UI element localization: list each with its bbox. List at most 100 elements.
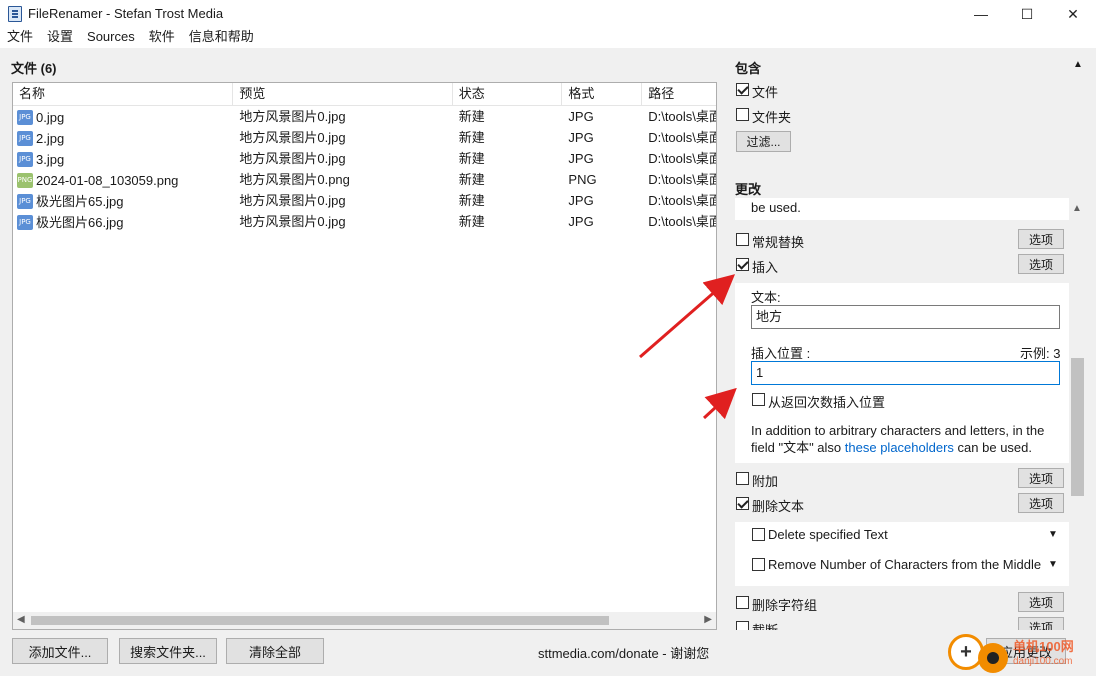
donate-link[interactable]: sttmedia.com/donate - 谢谢您 xyxy=(538,643,709,662)
table-row[interactable]: PNG 2024-01-08_103059.png 地方风景图片0.png 新建 PNG… xyxy=(13,170,716,191)
insert-text-input[interactable]: 地方 xyxy=(751,305,1060,329)
append-label: 附加 xyxy=(752,474,779,489)
truncate-options-button[interactable]: 选项 xyxy=(1018,617,1064,630)
column-header-path[interactable]: 路径 xyxy=(642,83,716,106)
maximize-button[interactable]: ☐ xyxy=(1004,0,1050,28)
folders-checkbox[interactable] xyxy=(736,108,749,121)
append-checkbox[interactable] xyxy=(736,472,749,485)
annotation-arrows xyxy=(639,274,737,420)
placeholders-link[interactable]: these placeholders xyxy=(845,440,954,455)
list-header: 名称 预览 状态 格式 路径 xyxy=(13,83,716,106)
clear-all-button[interactable]: 清除全部 xyxy=(226,638,324,664)
delete-text-options-button[interactable]: 选项 xyxy=(1018,493,1064,513)
files-heading: 文件 (6) xyxy=(11,61,57,76)
file-path-cell: D:\tools\桌面 xyxy=(648,214,716,229)
insert-options-button[interactable]: 选项 xyxy=(1018,254,1064,274)
jpg-file-icon: JPG xyxy=(17,131,33,146)
table-row[interactable]: JPG 3.jpg 地方风景图片0.jpg 新建 JPG D:\tools\桌面 xyxy=(13,149,716,170)
app-icon xyxy=(8,6,22,22)
file-path-cell: D:\tools\桌面 xyxy=(648,151,716,166)
truncate-row: 截断 选项 xyxy=(735,616,1069,630)
folders-checkbox-label: 文件夹 xyxy=(752,110,792,125)
add-files-button[interactable]: 添加文件... xyxy=(12,638,108,664)
file-name-cell: JPG 2.jpg xyxy=(13,128,233,149)
insert-position-label: 插入位置 : xyxy=(751,346,811,361)
file-format-cell: JPG xyxy=(568,214,594,229)
file-preview-cell: 地方风景图片0.jpg xyxy=(239,214,346,229)
file-name-cell: JPG 极光图片66.jpg xyxy=(13,212,233,233)
file-name: 0.jpg xyxy=(36,109,65,125)
remove-middle-label: Remove Number of Characters from the Mid… xyxy=(768,557,1042,572)
regular-replace-checkbox[interactable] xyxy=(736,233,749,246)
file-status-cell: 新建 xyxy=(458,130,485,145)
remove-middle-checkbox[interactable] xyxy=(752,558,765,571)
changes-heading: 更改 xyxy=(735,182,762,197)
scroll-left-icon[interactable]: ◀ xyxy=(17,614,25,625)
reverse-position-checkbox[interactable] xyxy=(752,393,765,406)
jpg-file-icon: JPG xyxy=(17,152,33,167)
collapse-icon[interactable]: ▲ xyxy=(1073,59,1083,70)
scroll-up-icon[interactable]: ▲ xyxy=(1072,203,1082,214)
file-format-cell: JPG xyxy=(568,193,594,208)
delete-specified-expand-icon[interactable]: ▼ xyxy=(1048,529,1058,540)
watermark-text: 单机100网 xyxy=(1013,639,1074,654)
annotation-arrow-2 xyxy=(702,387,737,420)
file-status-cell: 新建 xyxy=(458,214,485,229)
menu-software[interactable]: 软件 xyxy=(142,28,182,48)
remove-middle-expand-icon[interactable]: ▼ xyxy=(1048,559,1058,570)
table-row[interactable]: JPG 极光图片65.jpg 地方风景图片0.jpg 新建 JPG D:\tools\桌面 xyxy=(13,191,716,212)
delete-char-group-label: 删除字符组 xyxy=(752,598,818,613)
truncate-checkbox[interactable] xyxy=(736,621,749,630)
file-status-cell: 新建 xyxy=(458,193,485,208)
delete-specified-label: Delete specified Text xyxy=(768,527,888,542)
insert-position-input[interactable]: 1 xyxy=(751,361,1060,385)
table-row[interactable]: JPG 0.jpg 地方风景图片0.jpg 新建 JPG D:\tools\桌面 xyxy=(13,107,716,128)
column-header-format[interactable]: 格式 xyxy=(562,83,643,106)
horizontal-scroll-thumb[interactable] xyxy=(31,616,609,625)
column-header-preview[interactable]: 预览 xyxy=(233,83,453,106)
file-format-cell: JPG xyxy=(568,109,594,124)
menu-help[interactable]: 信息和帮助 xyxy=(182,28,261,48)
watermark-dot-icon xyxy=(978,643,1008,673)
minimize-button[interactable]: — xyxy=(958,0,1004,28)
file-preview-cell: 地方风景图片0.jpg xyxy=(239,130,346,145)
file-path-cell: D:\tools\桌面 xyxy=(648,172,716,187)
include-heading: 包含 xyxy=(735,61,762,76)
scroll-right-icon[interactable]: ▶ xyxy=(704,614,712,625)
file-status-cell: 新建 xyxy=(458,172,485,187)
close-button[interactable]: ✕ xyxy=(1050,0,1096,28)
menu-settings[interactable]: 设置 xyxy=(40,28,80,48)
file-format-cell: JPG xyxy=(568,151,594,166)
regular-replace-label: 常规替换 xyxy=(752,235,805,250)
info-text-line-3: can be used. xyxy=(957,440,1032,455)
prev-info-text: be used. xyxy=(751,200,801,215)
column-header-name[interactable]: 名称 xyxy=(13,83,234,106)
regular-replace-options-button[interactable]: 选项 xyxy=(1018,229,1064,249)
menu-sources[interactable]: Sources xyxy=(80,28,142,48)
search-folder-button[interactable]: 搜索文件夹... xyxy=(119,638,217,664)
file-preview-cell: 地方风景图片0.png xyxy=(239,172,350,187)
delete-text-checkbox[interactable] xyxy=(736,497,749,510)
file-path-cell: D:\tools\桌面 xyxy=(648,193,716,208)
append-options-button[interactable]: 选项 xyxy=(1018,468,1064,488)
table-row[interactable]: JPG 2.jpg 地方风景图片0.jpg 新建 JPG D:\tools\桌面 xyxy=(13,128,716,149)
file-status-cell: 新建 xyxy=(458,109,485,124)
files-checkbox[interactable] xyxy=(736,83,749,96)
delete-char-group-options-button[interactable]: 选项 xyxy=(1018,592,1064,612)
menu-file[interactable]: 文件 xyxy=(0,28,40,48)
column-header-status[interactable]: 状态 xyxy=(453,83,563,106)
table-row[interactable]: JPG 极光图片66.jpg 地方风景图片0.jpg 新建 JPG D:\tools\桌面 xyxy=(13,212,716,233)
file-list[interactable]: 名称 预览 状态 格式 路径 JPG 0.jpg 地方风景图片0.jpg 新建 JPG D… xyxy=(12,82,717,630)
horizontal-scrollbar[interactable]: ◀ ▶ xyxy=(13,612,716,629)
file-name: 2.jpg xyxy=(36,130,65,146)
example-label: 示例: 3 xyxy=(1020,346,1061,361)
delete-specified-checkbox[interactable] xyxy=(752,528,765,541)
vertical-scroll-thumb[interactable] xyxy=(1071,358,1084,496)
file-name-cell: JPG 0.jpg xyxy=(13,107,233,128)
file-name: 2024-01-08_103059.png xyxy=(36,172,179,188)
delete-char-group-checkbox[interactable] xyxy=(736,596,749,609)
file-format-cell: PNG xyxy=(568,172,597,187)
reverse-position-label: 从返回次数插入位置 xyxy=(768,395,886,410)
file-name: 极光图片65.jpg xyxy=(36,193,124,209)
filter-button[interactable]: 过滤... xyxy=(736,131,791,152)
